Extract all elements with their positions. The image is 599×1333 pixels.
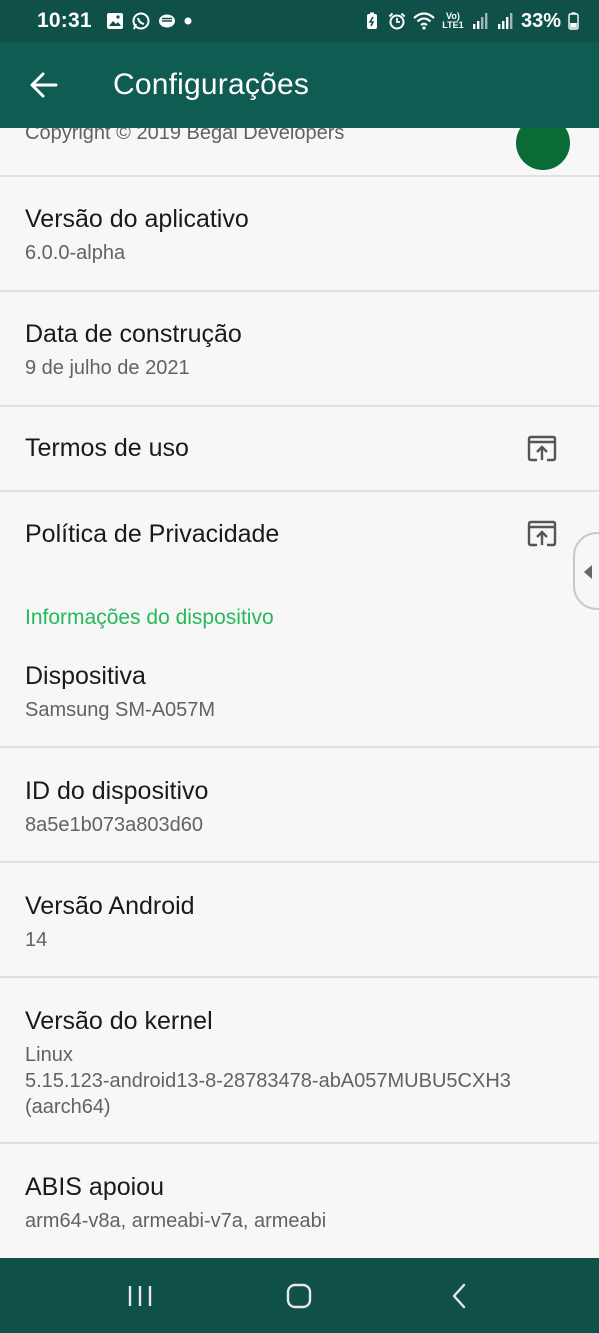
battery-saver-icon xyxy=(366,12,377,29)
app-version-row[interactable]: Versão do aplicativo 6.0.0-alpha xyxy=(0,205,599,266)
edge-panel-handle[interactable] xyxy=(573,532,599,610)
home-button[interactable] xyxy=(269,1266,329,1326)
back-icon xyxy=(452,1283,466,1308)
divider xyxy=(0,861,599,863)
recents-button[interactable] xyxy=(110,1266,170,1326)
privacy-row[interactable]: Política de Privacidade xyxy=(0,492,599,577)
open-in-browser-icon xyxy=(527,435,557,462)
terms-title: Termos de uso xyxy=(25,434,189,462)
arrow-back-icon xyxy=(30,72,58,98)
abis-row[interactable]: ABIS apoiou arm64-v8a, armeabi-v7a, arme… xyxy=(0,1173,599,1234)
kernel-line: Linux xyxy=(25,1044,73,1066)
device-id-row[interactable]: ID do dispositivo 8a5e1b073a803d60 xyxy=(0,777,599,838)
kernel-version-title: Versão do kernel xyxy=(25,1007,213,1035)
volte-icon: Vo) LTE1 xyxy=(442,11,464,30)
whatsapp-icon xyxy=(132,12,150,30)
settings-list[interactable]: Copyright © 2019 Begal Developers Versão… xyxy=(0,128,599,1258)
kernel-version-value: Linux 5.15.123-android13-8-28783478-abA0… xyxy=(25,1042,599,1120)
terms-row[interactable]: Termos de uso xyxy=(0,406,599,491)
page-title: Configurações xyxy=(113,68,310,101)
home-icon xyxy=(287,1283,312,1308)
wifi-icon xyxy=(413,12,435,30)
build-date-title: Data de construção xyxy=(25,320,242,348)
device-value: Samsung SM-A057M xyxy=(25,699,216,721)
status-time: 10:31 xyxy=(37,9,92,32)
alarm-icon xyxy=(388,12,406,30)
abis-title: ABIS apoiou xyxy=(25,1173,164,1201)
section-header: Informações do dispositivo xyxy=(25,606,274,629)
status-bar: 10:31 Vo) LTE1 33% xyxy=(0,0,599,42)
app-version-title: Versão do aplicativo xyxy=(25,205,249,233)
app-version-value: 6.0.0-alpha xyxy=(25,242,126,264)
back-button[interactable] xyxy=(14,55,74,115)
status-notification-icons xyxy=(106,12,192,30)
device-info-header-row: Informações do dispositivo xyxy=(0,606,599,630)
copyright-text: Copyright © 2019 Begal Developers xyxy=(25,128,345,144)
battery-icon xyxy=(568,12,579,30)
battery-percent: 33% xyxy=(520,9,561,32)
kernel-line: (aarch64) xyxy=(25,1096,111,1118)
status-system-icons: Vo) LTE1 33% xyxy=(363,10,579,33)
device-title: Dispositiva xyxy=(25,662,146,690)
chat-icon xyxy=(158,14,175,28)
android-version-value: 14 xyxy=(25,929,48,951)
divider xyxy=(0,746,599,748)
kernel-version-row[interactable]: Versão do kernel Linux 5.15.123-android1… xyxy=(0,1007,599,1120)
signal-icon xyxy=(497,13,513,29)
divider xyxy=(0,976,599,978)
navigation-bar xyxy=(0,1258,599,1333)
android-version-row[interactable]: Versão Android 14 xyxy=(0,892,599,953)
build-date-value: 9 de julho de 2021 xyxy=(25,357,190,379)
divider xyxy=(0,290,599,292)
gallery-icon xyxy=(106,13,123,29)
recents-icon xyxy=(128,1285,152,1306)
open-in-browser-icon xyxy=(527,520,557,547)
device-row[interactable]: Dispositiva Samsung SM-A057M xyxy=(0,662,599,723)
nav-back-button[interactable] xyxy=(429,1266,489,1326)
divider xyxy=(0,1142,599,1144)
build-date-row[interactable]: Data de construção 9 de julho de 2021 xyxy=(0,320,599,381)
android-version-title: Versão Android xyxy=(25,892,195,920)
dot-icon xyxy=(184,17,192,25)
copyright-row[interactable]: Copyright © 2019 Begal Developers xyxy=(0,128,599,176)
kernel-line: 5.15.123-android13-8-28783478-abA057MUBU… xyxy=(25,1070,511,1092)
signal-icon xyxy=(472,13,488,29)
app-bar: Configurações xyxy=(0,42,599,128)
abis-value: arm64-v8a, armeabi-v7a, armeabi xyxy=(25,1210,327,1232)
device-id-title: ID do dispositivo xyxy=(25,777,209,805)
device-id-value: 8a5e1b073a803d60 xyxy=(25,814,203,836)
privacy-title: Política de Privacidade xyxy=(25,520,280,548)
divider xyxy=(0,175,599,177)
